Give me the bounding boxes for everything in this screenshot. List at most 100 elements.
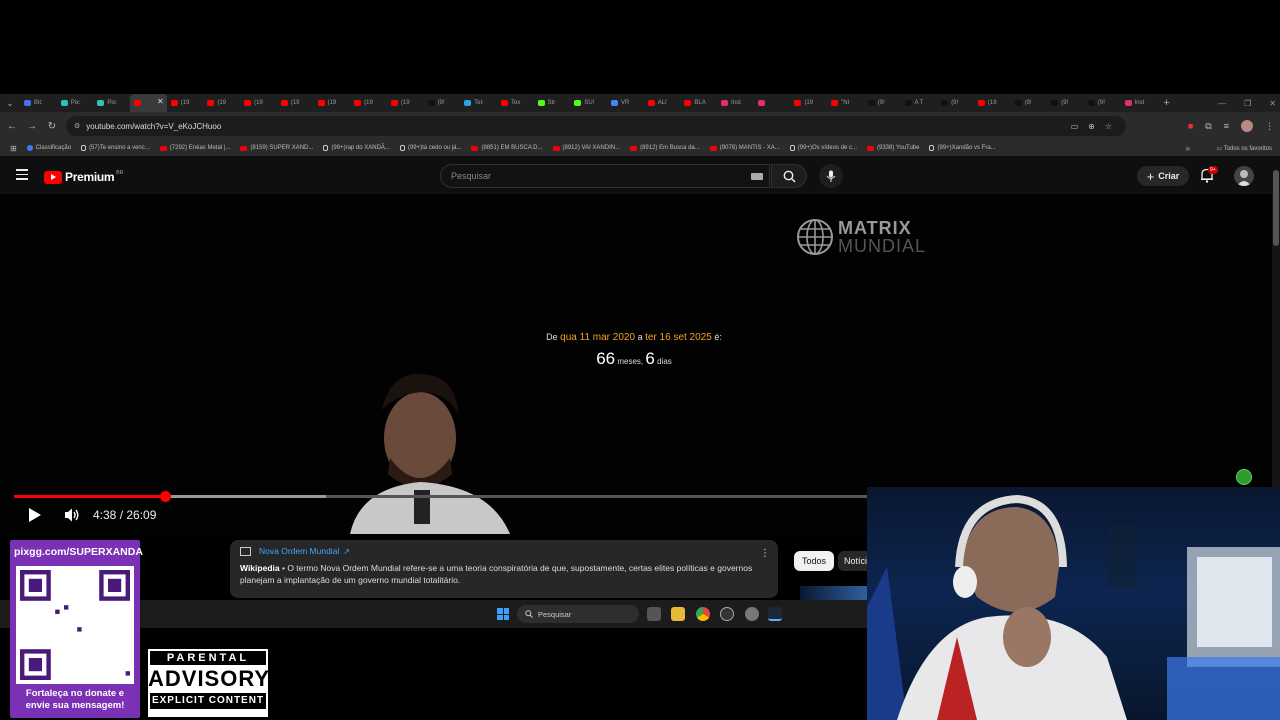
browser-tab[interactable]: Pix: <box>93 94 130 112</box>
tab-label: (19 <box>364 100 373 106</box>
browser-tab[interactable]: (19 <box>277 94 314 112</box>
forward-icon[interactable]: → <box>22 121 42 132</box>
browser-tab[interactable] <box>754 94 791 112</box>
settings-icon[interactable] <box>745 607 759 621</box>
bookmark-item[interactable]: (8912) Em Busca da... <box>630 145 700 151</box>
chrome-icon[interactable] <box>696 607 710 621</box>
browser-tab[interactable]: A T <box>901 94 938 112</box>
bookmark-item[interactable]: (99+)rap do XANDÃ... <box>323 145 390 151</box>
more-options-icon[interactable]: ⋮ <box>760 548 770 559</box>
browser-tab[interactable]: (9! <box>864 94 901 112</box>
apps-grid-icon[interactable]: ⊞ <box>10 144 17 153</box>
minimize-icon[interactable]: — <box>1218 99 1226 108</box>
browser-tab[interactable]: (9! <box>1084 94 1121 112</box>
keyboard-icon[interactable] <box>751 173 763 180</box>
bookmark-item[interactable]: (99+)Os vídeos de c... <box>789 145 857 151</box>
browser-tab[interactable]: Tex <box>497 94 534 112</box>
browser-tab[interactable]: (9! <box>1047 94 1084 112</box>
browser-tab[interactable]: ✕ <box>130 94 167 112</box>
maximize-icon[interactable]: ❐ <box>1244 99 1251 108</box>
play-button[interactable] <box>28 507 42 528</box>
bookmark-item[interactable]: (7292) Enéas Metal |... <box>159 145 230 151</box>
browser-tab[interactable]: Inst <box>1121 94 1158 112</box>
task-view-icon[interactable] <box>647 607 661 621</box>
url-text[interactable]: youtube.com/watch?v=V_eKoJCHuoo <box>86 122 221 131</box>
close-window-icon[interactable]: ✕ <box>1269 99 1276 108</box>
bookmark-star-icon[interactable]: ☆ <box>1105 122 1112 131</box>
browser-tab[interactable]: (19 <box>387 94 424 112</box>
tabs-container: Bit: Pix: Pix: ✕ (19 (19 (19 (19 (19 (19 (19 (9! Tel… <box>20 94 1157 112</box>
menu-kebab-icon[interactable]: ⋮ <box>1265 121 1274 132</box>
bookmarks-overflow-button[interactable]: » <box>1186 144 1190 153</box>
back-icon[interactable]: ← <box>2 121 22 132</box>
profile-avatar[interactable] <box>1241 120 1253 132</box>
scrollbar-thumb[interactable] <box>1273 170 1279 246</box>
browser-tab[interactable]: Inst <box>717 94 754 112</box>
related-video-thumbnail[interactable] <box>800 586 867 600</box>
browser-tab[interactable]: (19 <box>350 94 387 112</box>
browser-tab[interactable]: "NI <box>827 94 864 112</box>
browser-tab[interactable]: Str <box>534 94 571 112</box>
search-button[interactable] <box>771 164 807 188</box>
youtube-premium-logo[interactable]: Premium BR <box>44 170 123 184</box>
voice-search-button[interactable] <box>819 164 843 188</box>
install-app-icon[interactable]: ▭ <box>1071 122 1079 131</box>
browser-tab[interactable]: BLA <box>680 94 717 112</box>
browser-tab[interactable]: (19 <box>790 94 827 112</box>
tab-favicon-icon <box>207 100 215 106</box>
folder-icon: ▭ <box>1216 145 1224 152</box>
browser-tab[interactable]: (19 <box>240 94 277 112</box>
tab-search-button[interactable]: ⌄ <box>0 94 20 112</box>
browser-tab[interactable]: (9! <box>937 94 974 112</box>
browser-tab[interactable]: (9! <box>424 94 461 112</box>
chip-news[interactable]: Notíci <box>838 551 868 571</box>
tab-close-icon[interactable]: ✕ <box>157 97 164 106</box>
app-icon[interactable] <box>720 607 734 621</box>
file-explorer-icon[interactable] <box>671 607 685 621</box>
info-panel[interactable]: Nova Ordem Mundial ↗ Wikipedia • O termo… <box>230 540 778 598</box>
zoom-icon[interactable]: ⊕ <box>1088 122 1095 131</box>
browser-tab[interactable]: (19 <box>203 94 240 112</box>
bookmark-item[interactable]: (99+)tá cedo ou já... <box>399 145 461 151</box>
chip-all[interactable]: Todos <box>794 551 835 571</box>
taskbar-search[interactable]: Pesquisar <box>517 605 639 623</box>
address-bar[interactable]: ⚙ youtube.com/watch?v=V_eKoJCHuoo ▭ ⊕ ☆ <box>66 116 1126 136</box>
bookmark-item[interactable]: (9338) YouTube <box>867 145 919 151</box>
volume-button[interactable] <box>64 507 80 528</box>
browser-tab[interactable]: VR <box>607 94 644 112</box>
youtube-search-input[interactable]: Pesquisar <box>440 164 770 188</box>
browser-tab[interactable]: Bit: <box>20 94 57 112</box>
steam-icon[interactable] <box>768 607 782 621</box>
bookmark-item[interactable]: (8912) VAI XANDIN... <box>552 145 620 151</box>
browser-tab[interactable]: (19 <box>974 94 1011 112</box>
volume-icon <box>65 508 79 522</box>
create-button[interactable]: + Criar <box>1137 166 1189 186</box>
browser-tab[interactable]: ALI <box>644 94 681 112</box>
extensions-icon[interactable]: ⧉ <box>1205 121 1211 132</box>
bookmark-item[interactable]: Classificação <box>26 145 71 151</box>
green-globe-icon[interactable] <box>1236 469 1252 485</box>
browser-tab[interactable]: Tel: <box>460 94 497 112</box>
bookmark-item[interactable]: (57)Te ensino a venc... <box>81 145 150 151</box>
extension-icon[interactable]: ■ <box>1188 121 1193 131</box>
menu-hamburger-icon[interactable] <box>16 169 28 180</box>
bookmark-item[interactable]: (8159) SUPER XAND... <box>240 145 313 151</box>
browser-tab[interactable]: (19 <box>314 94 351 112</box>
browser-tab[interactable]: SU! <box>570 94 607 112</box>
browser-tab[interactable]: Pix: <box>57 94 94 112</box>
external-link-icon[interactable]: ↗ <box>343 547 350 556</box>
reload-icon[interactable]: ↻ <box>42 121 62 132</box>
windows-start-icon[interactable] <box>497 608 509 620</box>
new-tab-button[interactable]: + <box>1163 97 1169 109</box>
user-avatar[interactable] <box>1234 166 1254 186</box>
browser-tab[interactable]: (19 <box>167 94 204 112</box>
progress-scrubber[interactable] <box>159 491 171 502</box>
bookmark-item[interactable]: (9078) MANTIS - XA... <box>709 145 780 151</box>
bookmark-item[interactable]: (8851) EM BUSCA D... <box>471 145 543 151</box>
bookmark-item[interactable]: (99+)Xandão vs Fra... <box>929 145 996 151</box>
site-info-icon[interactable]: ⚙ <box>74 122 80 130</box>
info-panel-title[interactable]: Nova Ordem Mundial <box>259 546 339 556</box>
media-icon[interactable]: ≡ <box>1224 121 1229 131</box>
all-bookmarks-folder[interactable]: ▭ Todos os favoritos <box>1216 145 1272 152</box>
browser-tab[interactable]: (9! <box>1011 94 1048 112</box>
